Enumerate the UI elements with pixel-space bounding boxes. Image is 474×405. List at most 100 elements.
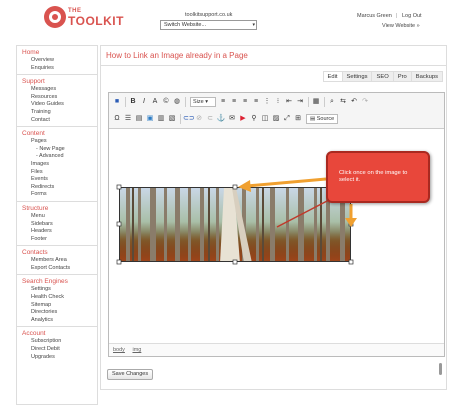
nav-heading[interactable]: Account [22, 330, 97, 338]
indent-icon[interactable]: ⇥ [295, 97, 305, 107]
nav-heading[interactable]: Home [22, 49, 97, 57]
tab-edit[interactable]: Edit [323, 72, 343, 81]
outdent-icon[interactable]: ⇤ [284, 97, 294, 107]
italic-icon[interactable]: I [139, 97, 149, 107]
omega-icon[interactable]: Ω [112, 114, 122, 124]
nav-section: Contacts Members Area Export Contacts [17, 249, 97, 272]
copyright-icon[interactable]: © [161, 97, 171, 107]
save-changes-button[interactable]: Save Changes [107, 369, 154, 380]
undo-icon[interactable]: ↶ [349, 97, 359, 107]
save-icon[interactable]: ■ [112, 97, 122, 107]
align-left-icon[interactable]: ≡ [218, 97, 228, 107]
sidebar-item[interactable]: Images [22, 161, 97, 169]
source-icon: ▤ [310, 115, 316, 122]
file-icon[interactable]: ▧ [167, 114, 177, 124]
sidebar-item[interactable]: Export Contacts [22, 265, 97, 273]
nav-divider [17, 200, 97, 202]
fullscreen-icon[interactable]: ⤢ [282, 114, 292, 124]
sidebar-item[interactable]: Sitemap [22, 302, 97, 310]
bullet-list-icon[interactable]: ⁝ [273, 97, 283, 107]
main-panel: How to Link an Image already in a Page E… [100, 45, 447, 390]
nav-heading[interactable]: Structure [22, 205, 97, 213]
font-size-select[interactable]: Size ▾ [190, 96, 216, 107]
tab-backups[interactable]: Backups [412, 72, 442, 81]
toolbar-separator [125, 96, 126, 107]
tab-bar: Edit Settings SEO Pro Backups [322, 71, 443, 82]
sidebar-item[interactable]: Directories [22, 309, 97, 317]
sidebar-item[interactable]: Upgrades [22, 354, 97, 362]
sidebar-item[interactable]: Resources [22, 94, 97, 102]
sidebar-item[interactable]: Direct Debit [22, 346, 97, 354]
anchor-icon[interactable]: ⚓ [216, 114, 226, 124]
forest-image[interactable] [119, 187, 351, 262]
find-icon[interactable]: ⌕ [327, 97, 337, 107]
sidebar-item[interactable]: - New Page [22, 146, 97, 154]
template-icon[interactable]: ▤ [134, 114, 144, 124]
youtube-icon[interactable]: ▶ [238, 114, 248, 124]
sidebar-item[interactable]: Files [22, 169, 97, 177]
sidebar-item[interactable]: - Advanced [22, 153, 97, 161]
sidebar-item[interactable]: Enquiries [22, 65, 97, 73]
replace-icon[interactable]: ⇆ [338, 97, 348, 107]
sidebar-item[interactable]: Contact [22, 117, 97, 125]
numbered-list-icon[interactable]: ⋮ [262, 97, 272, 107]
status-path-img[interactable]: img [132, 347, 141, 353]
globe-icon[interactable]: ◍ [172, 97, 182, 107]
logout-link[interactable]: Log Out [402, 13, 422, 19]
switch-website-select[interactable]: Switch Website... ▾ [160, 20, 257, 30]
sidebar: Home Overview Enquiries Support Messages Reso… [16, 45, 98, 405]
nav-section: Search Engines Settings Health Check Sitema… [17, 278, 97, 324]
sidebar-item[interactable]: Events [22, 176, 97, 184]
sidebar-item[interactable]: Training [22, 109, 97, 117]
toolkit-logo[interactable]: THE TOOLKIT [44, 5, 123, 35]
justify-icon[interactable]: ≡ [251, 97, 261, 107]
sidebar-item[interactable]: Subscription [22, 338, 97, 346]
sidebar-item[interactable]: Forms [22, 191, 97, 199]
nav-divider [17, 245, 97, 247]
horizontal-rule-icon[interactable]: ☰ [123, 114, 133, 124]
link-icon[interactable]: ⊂⊃ [183, 114, 195, 124]
anchor-link-icon[interactable]: ⊂ [205, 114, 215, 124]
show-blocks-icon[interactable]: ⊞ [293, 114, 303, 124]
status-path-body[interactable]: body [113, 347, 125, 353]
code-icon[interactable]: ▨ [271, 114, 281, 124]
text-color-icon[interactable]: A [150, 97, 160, 107]
nav-heading[interactable]: Contacts [22, 249, 97, 257]
sidebar-item[interactable]: Menu [22, 213, 97, 221]
toolbar-separator [324, 96, 325, 107]
view-website-link[interactable]: View Website » [382, 23, 420, 29]
media-icon[interactable]: ▥ [156, 114, 166, 124]
map-pin-icon[interactable]: ⚲ [249, 114, 259, 124]
sidebar-item[interactable]: Pages [22, 138, 97, 146]
table-icon[interactable]: ▦ [311, 97, 321, 107]
nav-heading[interactable]: Support [22, 78, 97, 86]
nav-divider [17, 326, 97, 328]
tab-pro[interactable]: Pro [394, 72, 412, 81]
sidebar-item[interactable]: Settings [22, 286, 97, 294]
tab-settings[interactable]: Settings [343, 72, 373, 81]
sidebar-item[interactable]: Overview [22, 57, 97, 65]
tab-seo[interactable]: SEO [372, 72, 394, 81]
nav-heading[interactable]: Search Engines [22, 278, 97, 286]
align-center-icon[interactable]: ≡ [229, 97, 239, 107]
sidebar-item[interactable]: Members Area [22, 257, 97, 265]
iframe-icon[interactable]: ◫ [260, 114, 270, 124]
align-right-icon[interactable]: ≡ [240, 97, 250, 107]
sidebar-item[interactable]: Analytics [22, 317, 97, 325]
sidebar-item[interactable]: Sidebars [22, 221, 97, 229]
sidebar-item[interactable]: Health Check [22, 294, 97, 302]
sidebar-item[interactable]: Video Guides [22, 101, 97, 109]
editor-content-area[interactable]: Click once on the image to select it. [109, 130, 444, 375]
image-icon[interactable]: ▣ [145, 114, 155, 124]
sidebar-item[interactable]: Headers [22, 228, 97, 236]
source-button[interactable]: ▤ Source [306, 113, 339, 124]
sidebar-item[interactable]: Footer [22, 236, 97, 244]
sidebar-item[interactable]: Messages [22, 86, 97, 94]
unlink-icon[interactable]: ⊘ [194, 114, 204, 124]
redo-icon[interactable]: ↷ [360, 97, 370, 107]
editor-scrollbar[interactable] [439, 363, 442, 375]
mail-icon[interactable]: ✉ [227, 114, 237, 124]
nav-heading[interactable]: Content [22, 130, 97, 138]
bold-icon[interactable]: B [128, 97, 138, 107]
sidebar-item[interactable]: Redirects [22, 184, 97, 192]
